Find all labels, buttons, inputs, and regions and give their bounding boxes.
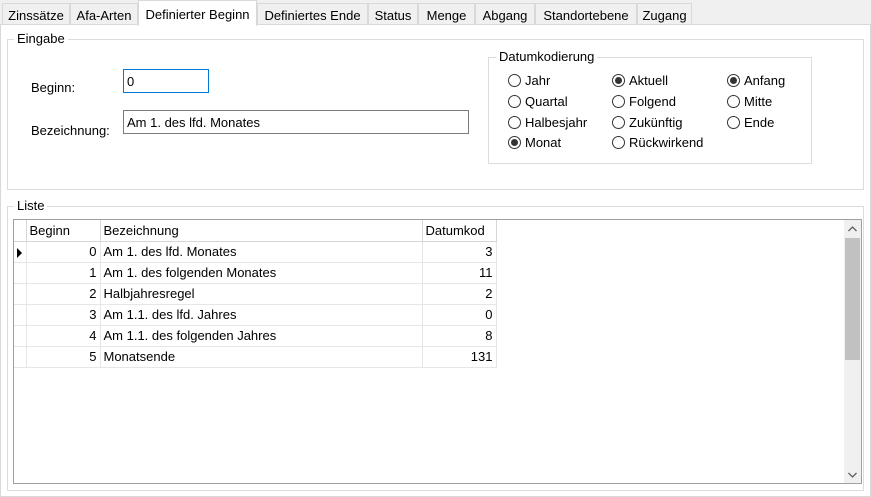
eingabe-group: Eingabe Beginn: Bezeichnung: Datumkodier… <box>7 39 864 190</box>
radio-label: Folgend <box>629 94 676 109</box>
radio-ende[interactable]: Ende <box>727 115 774 130</box>
table-row[interactable]: 0 Am 1. des lfd. Monates 3 <box>14 241 496 262</box>
radio-label: Jahr <box>525 73 550 88</box>
tab-standortebene[interactable]: Standortebene <box>535 3 637 25</box>
radio-circle-icon <box>612 136 625 149</box>
cell-bezeichnung[interactable]: Am 1.1. des lfd. Jahres <box>100 304 422 325</box>
tab-abgang[interactable]: Abgang <box>475 3 535 25</box>
radio-anfang[interactable]: Anfang <box>727 73 785 88</box>
tab-definierter-beginn[interactable]: Definierter Beginn <box>138 0 257 26</box>
row-header[interactable] <box>14 346 26 367</box>
liste-table: Beginn Bezeichnung Datumkod 0 Am 1. des … <box>14 220 497 368</box>
radio-circle-icon <box>508 74 521 87</box>
radio-label: Rückwirkend <box>629 135 703 150</box>
radio-mitte[interactable]: Mitte <box>727 94 772 109</box>
bezeichnung-label: Bezeichnung: <box>31 123 110 138</box>
table-header-row: Beginn Bezeichnung Datumkod <box>14 220 496 241</box>
column-header-beginn[interactable]: Beginn <box>26 220 100 241</box>
cell-datumkod[interactable]: 0 <box>422 304 496 325</box>
radio-label: Mitte <box>744 94 772 109</box>
tab-zugang[interactable]: Zugang <box>637 3 692 25</box>
bezeichnung-input[interactable] <box>123 110 469 134</box>
radio-circle-icon <box>612 95 625 108</box>
row-header[interactable] <box>14 304 26 325</box>
row-header[interactable] <box>14 241 26 262</box>
column-header-bezeichnung[interactable]: Bezeichnung <box>100 220 422 241</box>
tab-definiertes-ende[interactable]: Definiertes Ende <box>257 3 368 25</box>
row-header-corner <box>14 220 26 241</box>
cell-beginn[interactable]: 3 <box>26 304 100 325</box>
cell-beginn[interactable]: 4 <box>26 325 100 346</box>
liste-legend: Liste <box>14 198 47 214</box>
radio-circle-icon <box>612 116 625 129</box>
cell-bezeichnung[interactable]: Monatsende <box>100 346 422 367</box>
table-row[interactable]: 3 Am 1.1. des lfd. Jahres 0 <box>14 304 496 325</box>
radio-monat[interactable]: Monat <box>508 135 561 150</box>
cell-bezeichnung[interactable]: Halbjahresregel <box>100 283 422 304</box>
cell-beginn[interactable]: 2 <box>26 283 100 304</box>
row-header[interactable] <box>14 262 26 283</box>
chevron-up-icon[interactable] <box>844 220 861 237</box>
cell-datumkod[interactable]: 11 <box>422 262 496 283</box>
cell-beginn[interactable]: 0 <box>26 241 100 262</box>
radio-label: Aktuell <box>629 73 668 88</box>
radio-circle-checked-icon <box>612 74 625 87</box>
radio-halbesjahr[interactable]: Halbesjahr <box>508 115 587 130</box>
cell-beginn[interactable]: 1 <box>26 262 100 283</box>
tab-strip: Zinssätze Afa-Arten Definierter Beginn D… <box>0 0 871 25</box>
table-row[interactable]: 1 Am 1. des folgenden Monates 11 <box>14 262 496 283</box>
radio-circle-checked-icon <box>727 74 740 87</box>
row-header[interactable] <box>14 283 26 304</box>
tab-status[interactable]: Status <box>368 3 418 25</box>
radio-jahr[interactable]: Jahr <box>508 73 550 88</box>
radio-quartal[interactable]: Quartal <box>508 94 568 109</box>
radio-zukuenftig[interactable]: Zukünftig <box>612 115 682 130</box>
tab-menge[interactable]: Menge <box>418 3 475 25</box>
cell-bezeichnung[interactable]: Am 1. des folgenden Monates <box>100 262 422 283</box>
radio-circle-icon <box>508 116 521 129</box>
radio-circle-icon <box>727 116 740 129</box>
cell-beginn[interactable]: 5 <box>26 346 100 367</box>
radio-rueckwirkend[interactable]: Rückwirkend <box>612 135 703 150</box>
table-row[interactable]: 4 Am 1.1. des folgenden Jahres 8 <box>14 325 496 346</box>
radio-label: Quartal <box>525 94 568 109</box>
vertical-scrollbar[interactable] <box>844 220 861 483</box>
cell-datumkod[interactable]: 8 <box>422 325 496 346</box>
tab-zinssaetze[interactable]: Zinssätze <box>2 3 70 25</box>
beginn-input[interactable] <box>123 69 209 93</box>
chevron-down-icon[interactable] <box>844 466 861 483</box>
liste-grid[interactable]: Beginn Bezeichnung Datumkod 0 Am 1. des … <box>13 219 862 484</box>
cell-datumkod[interactable]: 2 <box>422 283 496 304</box>
radio-label: Monat <box>525 135 561 150</box>
beginn-label: Beginn: <box>31 80 75 95</box>
radio-aktuell[interactable]: Aktuell <box>612 73 668 88</box>
radio-circle-icon <box>508 95 521 108</box>
tab-afa-arten[interactable]: Afa-Arten <box>70 3 138 25</box>
radio-label: Anfang <box>744 73 785 88</box>
cell-datumkod[interactable]: 131 <box>422 346 496 367</box>
table-row[interactable]: 5 Monatsende 131 <box>14 346 496 367</box>
datumkodierung-legend: Datumkodierung <box>496 49 597 65</box>
table-row[interactable]: 2 Halbjahresregel 2 <box>14 283 496 304</box>
cell-datumkod[interactable]: 3 <box>422 241 496 262</box>
cell-bezeichnung[interactable]: Am 1.1. des folgenden Jahres <box>100 325 422 346</box>
radio-circle-checked-icon <box>508 136 521 149</box>
radio-label: Halbesjahr <box>525 115 587 130</box>
radio-circle-icon <box>727 95 740 108</box>
eingabe-legend: Eingabe <box>14 31 68 47</box>
cell-bezeichnung[interactable]: Am 1. des lfd. Monates <box>100 241 422 262</box>
scrollbar-thumb[interactable] <box>845 238 860 360</box>
radio-folgend[interactable]: Folgend <box>612 94 676 109</box>
datumkodierung-group: Datumkodierung Jahr Quartal Halbesjahr M… <box>488 57 812 164</box>
radio-label: Ende <box>744 115 774 130</box>
column-header-datumkod[interactable]: Datumkod <box>422 220 496 241</box>
row-header[interactable] <box>14 325 26 346</box>
row-pointer-icon <box>17 248 22 258</box>
radio-label: Zukünftig <box>629 115 682 130</box>
